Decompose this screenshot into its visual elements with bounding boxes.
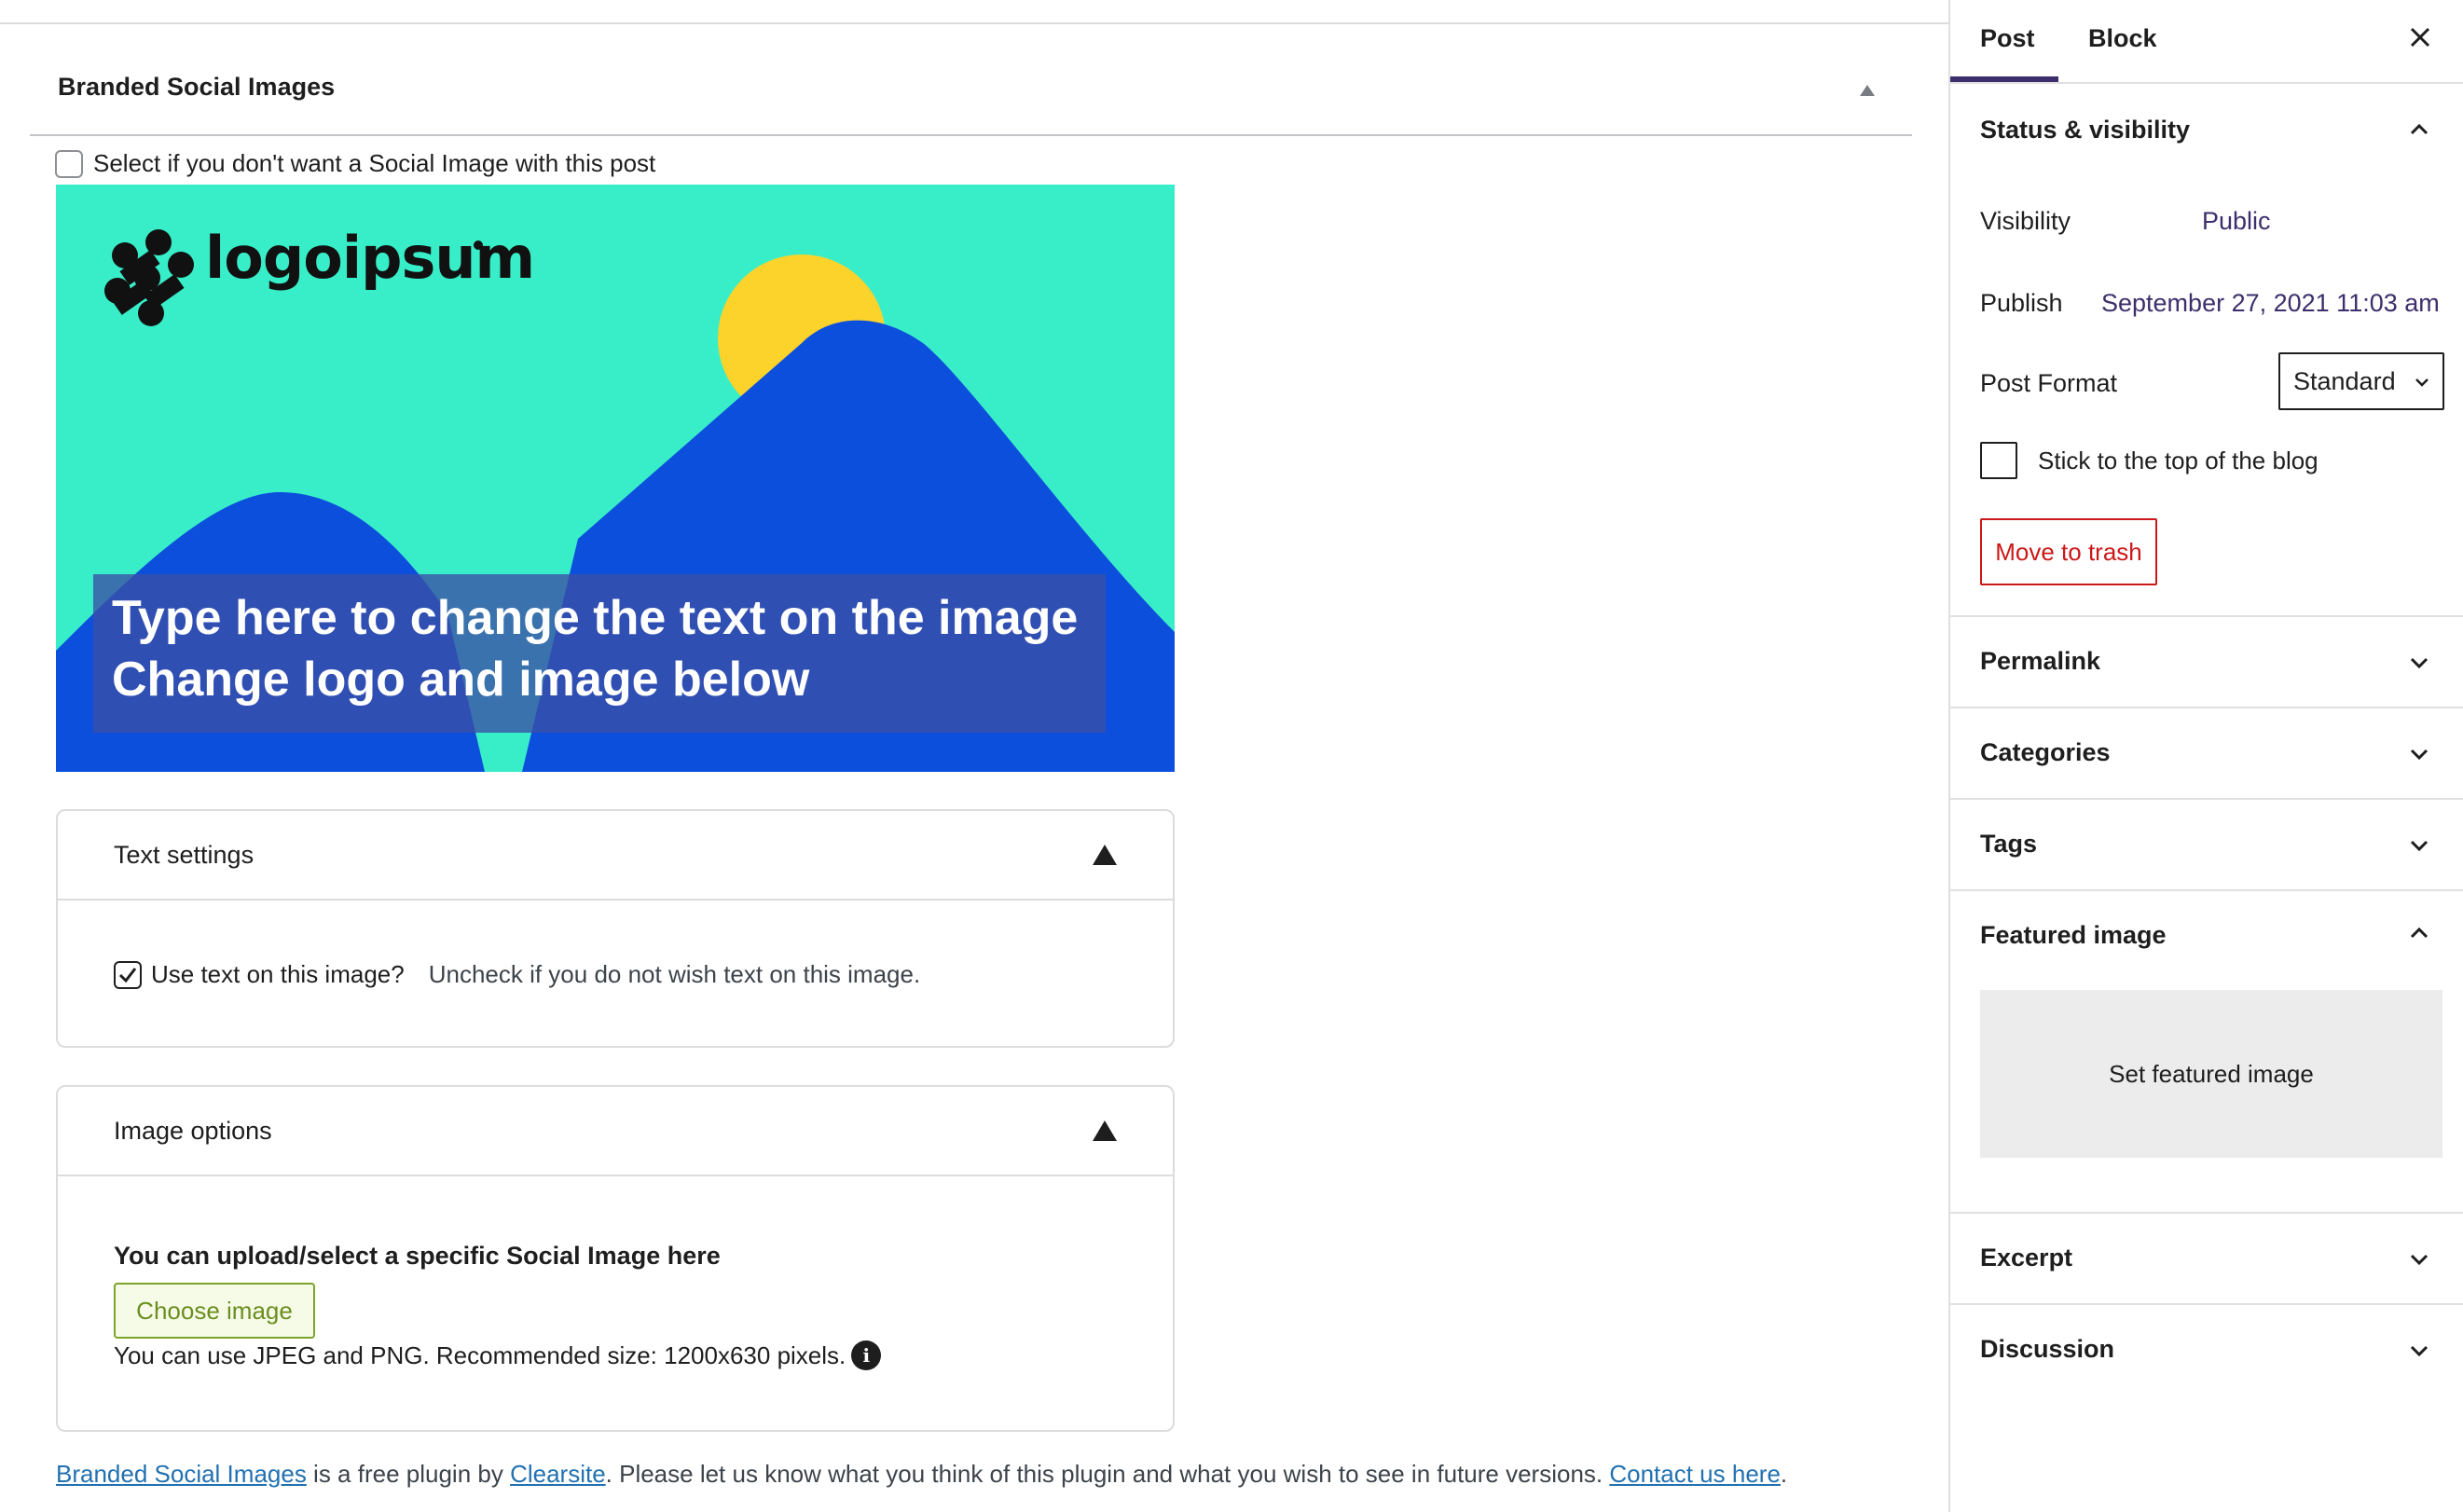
tags-section-title[interactable]: Tags (1980, 830, 2037, 859)
section-divider (1950, 1303, 2463, 1305)
image-options-heading: You can upload/select a specific Social … (114, 1242, 721, 1270)
sticky-row: Stick to the top of the blog (1980, 442, 2319, 479)
editor-main: Branded Social Images Select if you don'… (0, 0, 1948, 1512)
footer-text-1: is a free plugin by (306, 1460, 511, 1488)
chevron-down-icon[interactable] (2407, 651, 2431, 675)
triangle-up-icon (1860, 85, 1875, 96)
sticky-checkbox[interactable] (1980, 442, 2017, 479)
settings-sidebar: Post Block Status & visibility Visibilit… (1948, 0, 2463, 1512)
overlay-text-line-1: Type here to change the text on the imag… (112, 591, 1079, 645)
checkmark-icon (118, 967, 137, 983)
visibility-label: Visibility (1980, 207, 2071, 235)
chevron-down-icon[interactable] (2407, 1339, 2431, 1363)
discussion-section-title[interactable]: Discussion (1980, 1335, 2114, 1364)
post-format-value: Standard (2293, 366, 2396, 395)
image-options-panel: Image options You can upload/select a sp… (56, 1085, 1175, 1432)
text-settings-title: Text settings (114, 840, 255, 869)
section-divider (1950, 798, 2463, 800)
use-text-hint: Uncheck if you do not wish text on this … (428, 960, 921, 988)
use-text-checkbox[interactable] (114, 960, 142, 989)
tab-block[interactable]: Block (2088, 24, 2157, 53)
publish-date[interactable]: September 27, 2021 11:03 am (2101, 289, 2440, 318)
plugin-footer-note: Branded Social Images is a free plugin b… (56, 1460, 1787, 1489)
logo-wordmark: logoipsum (205, 224, 535, 292)
set-featured-image-button[interactable]: Set featured image (1980, 990, 2442, 1158)
chevron-down-icon[interactable] (2407, 742, 2431, 766)
text-settings-header[interactable]: Text settings (58, 811, 1173, 900)
post-format-label: Post Format (1980, 369, 2118, 397)
text-settings-panel: Text settings Use text on this image? Un… (56, 809, 1175, 1048)
visibility-value[interactable]: Public (2202, 207, 2271, 236)
categories-section-title[interactable]: Categories (1980, 738, 2111, 767)
metabox-divider (30, 134, 1912, 136)
collapse-triangle-icon (1093, 1120, 1117, 1141)
collapse-triangle-icon (1093, 845, 1117, 865)
post-format-select[interactable]: Standard (2278, 352, 2444, 410)
section-divider (1950, 889, 2463, 891)
contact-link[interactable]: Contact us here (1609, 1460, 1781, 1488)
image-size-hint: You can use JPEG and PNG. Recommended si… (114, 1340, 882, 1370)
use-text-label: Use text on this image? (151, 960, 405, 988)
choose-image-button[interactable]: Choose image (114, 1283, 315, 1339)
optout-row: Select if you don't want a Social Image … (55, 149, 655, 178)
sidebar-tabs: Post Block (1950, 0, 2463, 84)
tab-post[interactable]: Post (1980, 24, 2035, 53)
permalink-section-title[interactable]: Permalink (1980, 647, 2100, 676)
section-divider (1950, 1212, 2463, 1214)
status-visibility-title[interactable]: Status & visibility (1980, 116, 2190, 144)
image-options-header[interactable]: Image options (58, 1087, 1173, 1176)
optout-checkbox[interactable] (55, 149, 83, 178)
section-divider (1950, 707, 2463, 708)
footer-text-3: . (1780, 1460, 1788, 1488)
section-divider (1950, 615, 2463, 617)
overlay-text-line-2: Change logo and image below (112, 653, 810, 707)
move-to-trash-button[interactable]: Move to trash (1980, 518, 2157, 585)
metabox-collapse-toggle[interactable] (1853, 76, 1881, 104)
info-icon[interactable]: i (851, 1340, 882, 1370)
top-divider (0, 22, 1948, 24)
social-image-preview[interactable]: logoipsum Type here to change the text o… (56, 185, 1175, 772)
excerpt-section-title[interactable]: Excerpt (1980, 1244, 2072, 1272)
logo-registered-dot (474, 241, 483, 250)
plugin-link[interactable]: Branded Social Images (56, 1460, 307, 1488)
image-text-overlay[interactable]: Type here to change the text on the imag… (93, 574, 1106, 733)
clearsite-link[interactable]: Clearsite (510, 1460, 606, 1488)
image-options-title: Image options (114, 1116, 272, 1145)
footer-text-2: . Please let us know what you think of t… (605, 1460, 1610, 1488)
metabox-title: Branded Social Images (58, 73, 336, 101)
publish-label: Publish (1980, 289, 2063, 317)
sticky-label: Stick to the top of the blog (2038, 446, 2319, 474)
chevron-up-icon[interactable] (2407, 921, 2431, 945)
optout-label: Select if you don't want a Social Image … (93, 149, 656, 177)
image-size-hint-text: You can use JPEG and PNG. Recommended si… (114, 1340, 846, 1369)
chevron-down-icon[interactable] (2407, 833, 2431, 858)
use-text-row: Use text on this image? Uncheck if you d… (114, 960, 920, 989)
close-icon[interactable] (2403, 21, 2437, 54)
chevron-down-icon[interactable] (2407, 1247, 2431, 1271)
active-tab-indicator (1950, 76, 2058, 82)
chevron-down-icon (2415, 378, 2429, 387)
chevron-up-icon[interactable] (2407, 117, 2431, 142)
featured-image-section-title[interactable]: Featured image (1980, 921, 2167, 950)
